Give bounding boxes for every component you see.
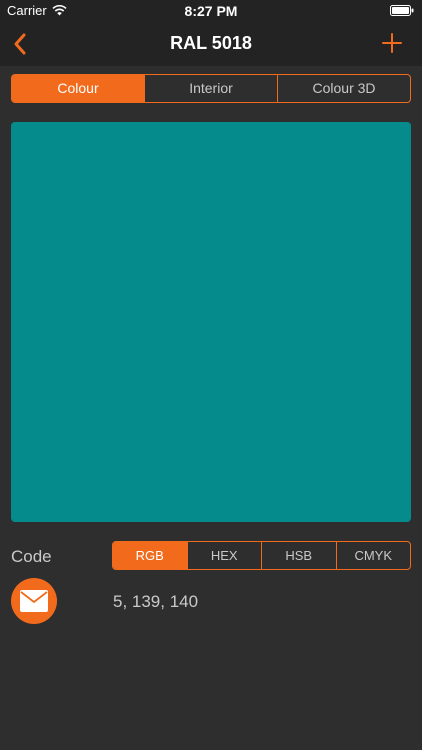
view-tabs: Colour Interior Colour 3D <box>11 74 411 103</box>
battery-icon <box>390 5 414 16</box>
tab-cmyk[interactable]: CMYK <box>335 542 411 569</box>
tab-hex[interactable]: HEX <box>186 542 262 569</box>
tab-rgb[interactable]: RGB <box>113 542 187 569</box>
tab-interior[interactable]: Interior <box>144 75 277 102</box>
add-button[interactable] <box>380 31 404 55</box>
mail-button[interactable] <box>11 578 57 624</box>
code-value: 5, 139, 140 <box>113 592 199 611</box>
code-format-tabs: RGB HEX HSB CMYK <box>112 541 411 570</box>
code-label: Code <box>11 547 52 566</box>
tab-colour[interactable]: Colour <box>12 75 144 102</box>
nav-bar: RAL 5018 <box>0 22 422 66</box>
envelope-icon <box>20 590 48 612</box>
status-bar: Carrier 8:27 PM <box>0 0 422 22</box>
colour-swatch <box>11 122 411 522</box>
status-time: 8:27 PM <box>184 3 238 19</box>
tab-colour-3d[interactable]: Colour 3D <box>277 75 410 102</box>
page-title: RAL 5018 <box>170 33 252 53</box>
tab-hsb[interactable]: HSB <box>261 542 336 569</box>
